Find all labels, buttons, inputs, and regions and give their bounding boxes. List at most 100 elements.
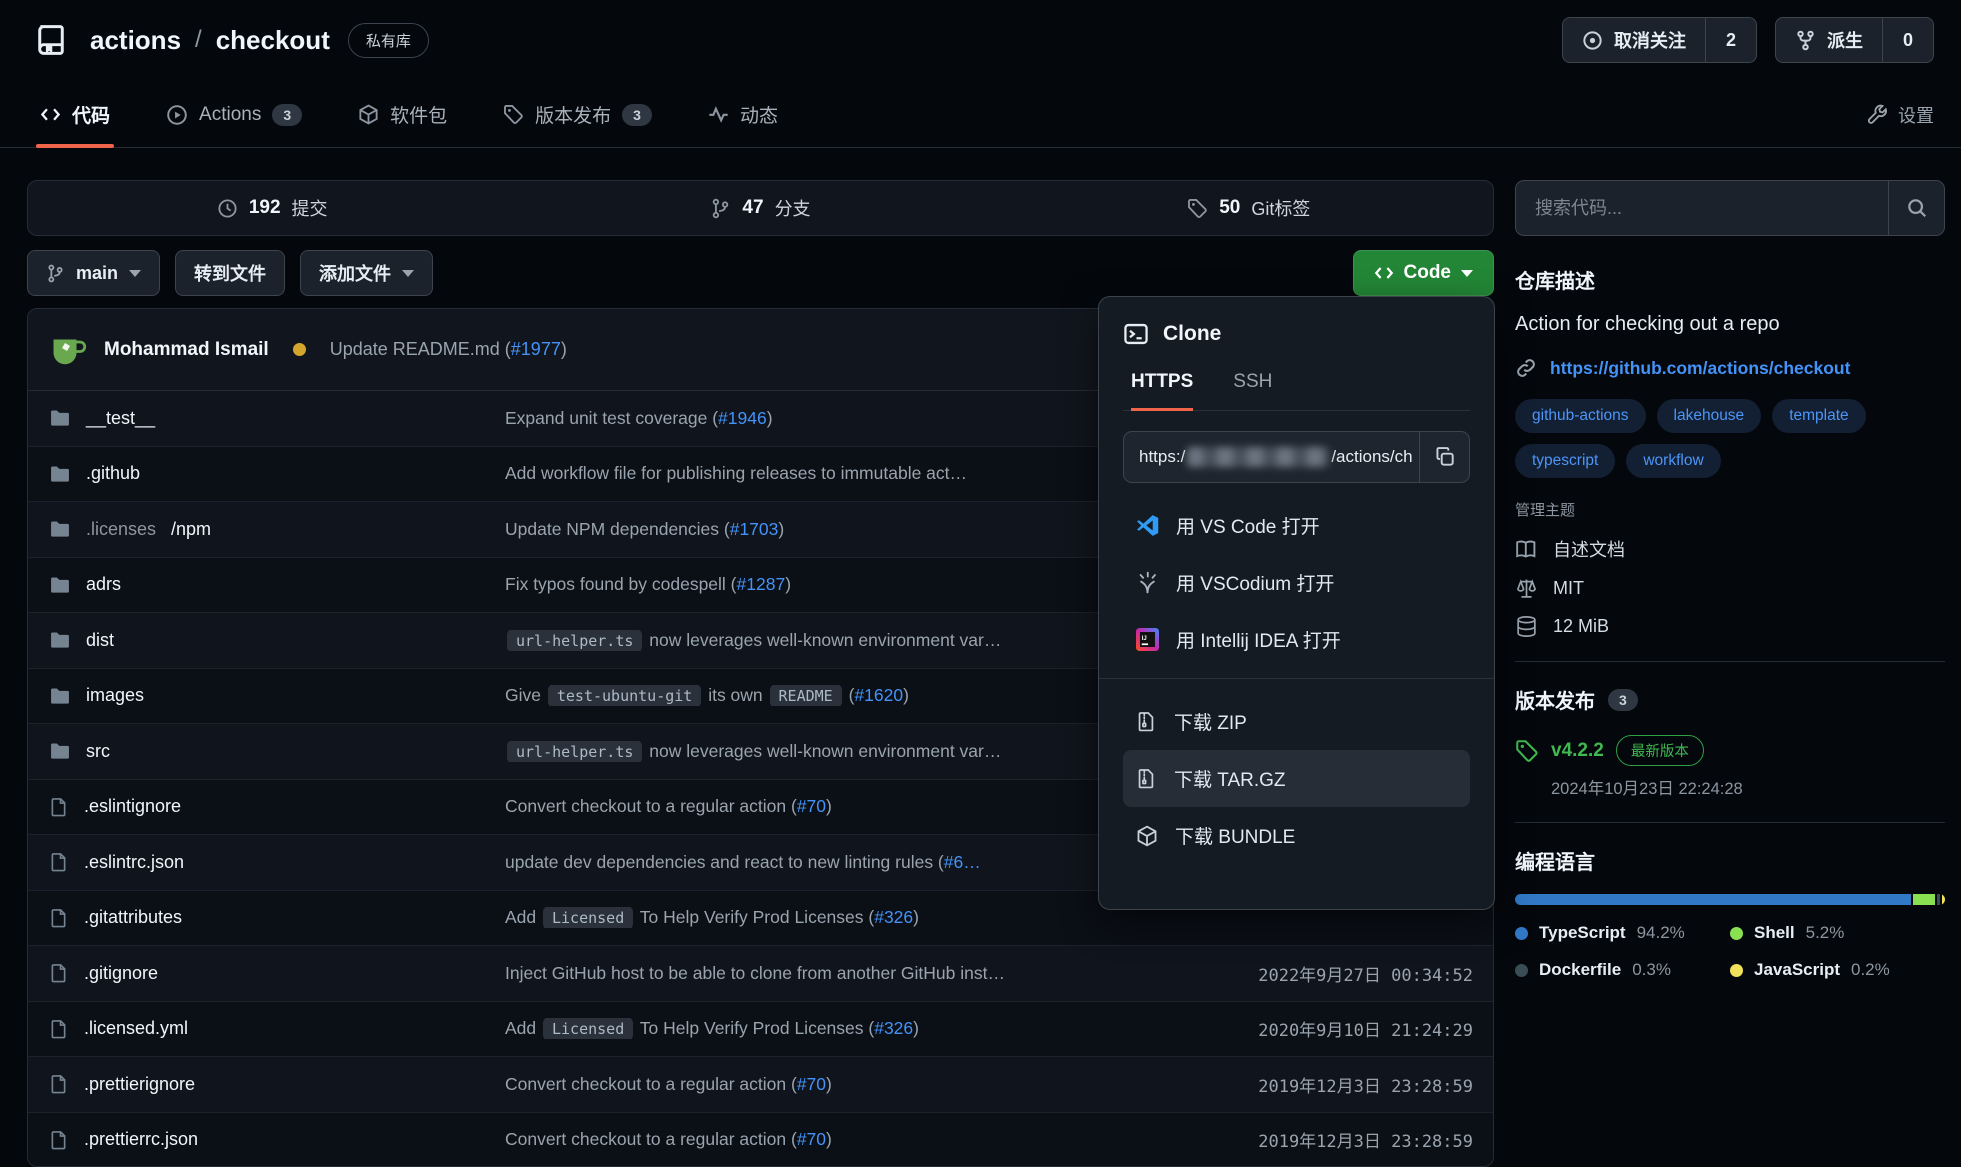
tab-packages[interactable]: 软件包 (358, 82, 447, 147)
tab-settings[interactable]: 设置 (1867, 102, 1934, 128)
file-name-cell[interactable]: .gitignore (28, 962, 505, 984)
commit-message-cell[interactable]: Fix typos found by codespell (#1287) (505, 574, 1193, 595)
topic-pill[interactable]: lakehouse (1657, 399, 1762, 433)
entry-name[interactable]: dist (86, 630, 114, 651)
breadcrumb-owner[interactable]: actions (90, 25, 181, 56)
clone-menu-item-vscode[interactable]: 用 VS Code 打开 (1123, 497, 1470, 554)
release-version-link[interactable]: v4.2.2 (1551, 740, 1604, 762)
language-legend-item[interactable]: Shell5.2% (1730, 923, 1945, 943)
fork-button[interactable]: 派生 0 (1775, 17, 1934, 63)
manage-topics-link[interactable]: 管理主题 (1515, 499, 1945, 520)
pr-link[interactable]: #326 (874, 907, 913, 927)
table-row[interactable]: .prettierrc.jsonConvert checkout to a re… (28, 1113, 1493, 1167)
entry-name[interactable]: .github (86, 463, 140, 484)
search-button[interactable] (1888, 181, 1944, 235)
commit-message-cell[interactable]: url-helper.ts now leverages well-known e… (505, 741, 1193, 762)
clone-url-field[interactable]: https://actions/ch (1124, 432, 1419, 482)
entry-name[interactable]: .licensed.yml (84, 1018, 188, 1039)
fork-count[interactable]: 0 (1882, 18, 1933, 62)
commit-message-cell[interactable]: Expand unit test coverage (#1946) (505, 408, 1193, 429)
goto-file-button[interactable]: 转到文件 (175, 250, 285, 296)
pr-link[interactable]: #1620 (854, 685, 903, 705)
add-file-button[interactable]: 添加文件 (300, 250, 433, 296)
copy-url-button[interactable] (1419, 432, 1469, 482)
commit-message-cell[interactable]: url-helper.ts now leverages well-known e… (505, 630, 1193, 651)
folder-name-cell[interactable]: __test__ (28, 407, 505, 429)
commit-message-cell[interactable]: Inject GitHub host to be able to clone f… (505, 963, 1193, 984)
clone-menu-item-idea[interactable]: IJ用 Intellij IDEA 打开 (1123, 611, 1470, 668)
entry-name[interactable]: adrs (86, 574, 121, 595)
clone-menu-item-zip-highlighted[interactable]: 下载 TAR.GZ (1123, 750, 1470, 807)
commit-message-cell[interactable]: Update NPM dependencies (#1703) (505, 519, 1193, 540)
file-name-cell[interactable]: .gitattributes (28, 907, 505, 929)
entry-name[interactable]: __test__ (86, 408, 155, 429)
readme-link[interactable]: 自述文档 (1515, 536, 1945, 562)
license-link[interactable]: MIT (1515, 577, 1945, 600)
file-name-cell[interactable]: .eslintrc.json (28, 851, 505, 873)
tab-https[interactable]: HTTPS (1131, 371, 1193, 411)
commit-status-dot[interactable] (293, 343, 306, 356)
repo-website-link[interactable]: https://github.com/actions/checkout (1550, 358, 1850, 379)
branches-stat[interactable]: 47分支 (516, 181, 1004, 235)
code-dropdown-button[interactable]: Code (1353, 250, 1495, 296)
pr-link[interactable]: #326 (874, 1018, 913, 1038)
commit-message-cell[interactable]: Add Licensed To Help Verify Prod License… (505, 907, 1193, 928)
commit-message-cell[interactable]: Add Licensed To Help Verify Prod License… (505, 1018, 1193, 1039)
file-name-cell[interactable]: .prettierrc.json (28, 1129, 505, 1151)
folder-name-cell[interactable]: src (28, 740, 505, 762)
entry-name[interactable]: .eslintrc.json (84, 852, 184, 873)
table-row[interactable]: .gitignore Inject GitHub host to be able … (28, 946, 1493, 1002)
entry-name[interactable]: .gitattributes (84, 907, 182, 928)
commit-message-cell[interactable]: Convert checkout to a regular action (#7… (505, 796, 1193, 817)
file-name-cell[interactable]: .licensed.yml (28, 1018, 505, 1040)
folder-name-cell[interactable]: adrs (28, 574, 505, 596)
commit-author[interactable]: Mohammad Ismail (104, 339, 269, 361)
entry-name[interactable]: images (86, 685, 144, 706)
pr-link[interactable]: #1703 (730, 519, 779, 539)
entry-name[interactable]: .prettierignore (84, 1074, 195, 1095)
entry-name[interactable]: .gitignore (84, 963, 158, 984)
commit-message[interactable]: Update README.md (#1977) (330, 339, 567, 360)
file-name-cell[interactable]: .eslintignore (28, 796, 505, 818)
pr-link[interactable]: #1287 (737, 574, 786, 594)
watch-count[interactable]: 2 (1705, 18, 1756, 62)
language-legend-item[interactable]: JavaScript0.2% (1730, 960, 1945, 980)
tab-ssh[interactable]: SSH (1233, 371, 1272, 410)
file-name-cell[interactable]: .prettierignore (28, 1073, 505, 1095)
pr-link[interactable]: #70 (797, 796, 826, 816)
commit-message-cell[interactable]: Convert checkout to a regular action (#7… (505, 1074, 1193, 1095)
topic-pill[interactable]: typescript (1515, 444, 1615, 478)
pr-link[interactable]: #70 (797, 1129, 826, 1149)
topic-pill[interactable]: template (1772, 399, 1865, 433)
tags-stat[interactable]: 50Git标签 (1005, 181, 1493, 235)
clone-menu-item-zip[interactable]: 下载 ZIP (1123, 693, 1470, 750)
language-bar[interactable] (1515, 894, 1945, 905)
pr-link[interactable]: #70 (797, 1074, 826, 1094)
entry-name[interactable]: .prettierrc.json (84, 1129, 198, 1150)
topic-pill[interactable]: workflow (1626, 444, 1720, 478)
commits-stat[interactable]: 192提交 (28, 181, 516, 235)
folder-name-cell[interactable]: .github (28, 463, 505, 485)
table-row[interactable]: .licensed.yml Add Licensed To Help Verify… (28, 1002, 1493, 1058)
folder-name-cell[interactable]: dist (28, 629, 505, 651)
commit-message-cell[interactable]: Give test-ubuntu-git its own README (#16… (505, 685, 1193, 706)
commit-message-cell[interactable]: update dev dependencies and react to new… (505, 852, 1193, 873)
search-input[interactable] (1516, 181, 1888, 235)
branch-selector[interactable]: main (27, 250, 160, 296)
entry-name[interactable]: /npm (171, 519, 211, 540)
breadcrumb-repo[interactable]: checkout (216, 25, 330, 56)
unwatch-button[interactable]: 取消关注 2 (1562, 17, 1757, 63)
pr-link[interactable]: #1946 (718, 408, 767, 428)
table-row[interactable]: .prettierignore Convert checkout to a reg… (28, 1057, 1493, 1113)
tab-activity[interactable]: 动态 (708, 82, 778, 147)
author-avatar[interactable] (48, 330, 88, 370)
clone-menu-item-vscodium[interactable]: 用 VSCodium 打开 (1123, 554, 1470, 611)
entry-name[interactable]: .eslintignore (84, 796, 181, 817)
pr-link[interactable]: #1977 (511, 339, 561, 359)
tab-code[interactable]: 代码 (40, 82, 110, 147)
clone-menu-item-bundle[interactable]: 下载 BUNDLE (1123, 807, 1470, 864)
pr-link[interactable]: #6… (944, 852, 981, 872)
language-legend-item[interactable]: Dockerfile0.3% (1515, 960, 1730, 980)
language-legend-item[interactable]: TypeScript94.2% (1515, 923, 1730, 943)
folder-name-cell[interactable]: .licenses/npm (28, 518, 505, 540)
